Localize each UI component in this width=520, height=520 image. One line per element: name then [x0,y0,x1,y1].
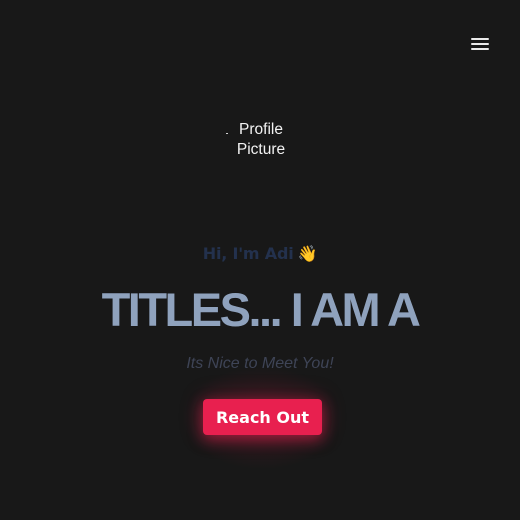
reach-out-button[interactable]: Reach Out [203,399,322,435]
hero-title: TITLES... I AM A [101,283,421,336]
greeting-text: Hi, I'm Adi [202,244,294,263]
greeting: Hi, I'm Adi 👋 [0,244,520,263]
profile-picture: Profile Picture [222,120,300,164]
waving-hand-icon: 👋 [297,244,318,263]
page: Profile Picture Hi, I'm Adi 👋 TITLES... I… [0,0,520,520]
menu-line-middle [471,43,489,45]
profile-picture-alt-text: Profile Picture [236,121,286,158]
menu-line-bottom [471,48,489,50]
broken-image-icon [226,133,228,134]
menu-line-top [471,38,489,40]
hero-subtitle: Its Nice to Meet You! [186,355,334,372]
hamburger-menu-icon[interactable] [466,34,494,54]
